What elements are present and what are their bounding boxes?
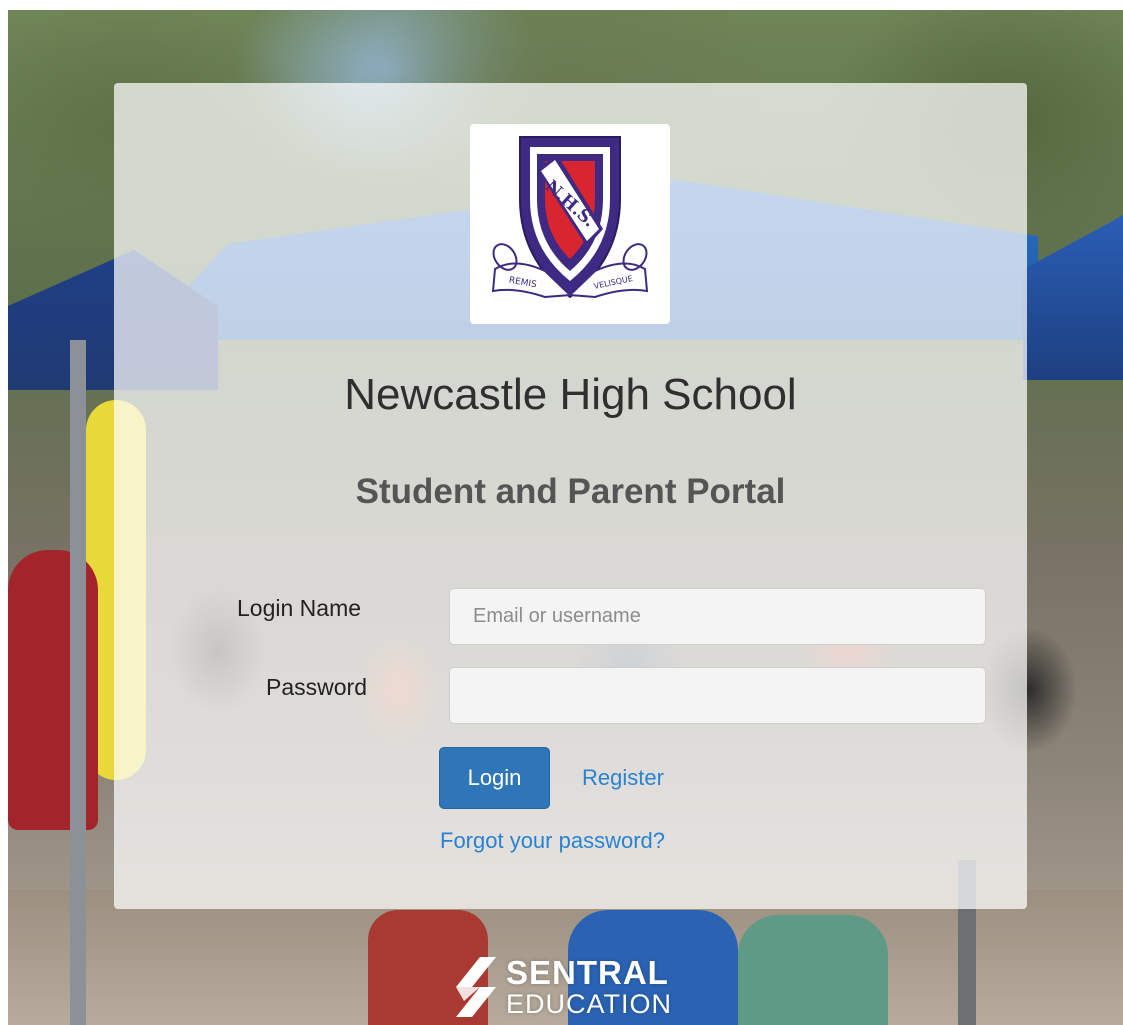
sentral-wordmark: SENTRAL xyxy=(506,954,669,991)
login-page: N.H.S. REMIS VELISQUE Newcastle High Sch… xyxy=(0,0,1123,1025)
login-name-label: Login Name xyxy=(237,595,362,621)
password-input[interactable] xyxy=(449,667,986,724)
background-child-teal xyxy=(738,915,888,1025)
background-tent-right xyxy=(1023,210,1123,380)
background-pole-left xyxy=(70,340,86,1025)
sentral-subtitle: EDUCATION xyxy=(506,989,673,1019)
portal-title: Student and Parent Portal xyxy=(355,472,786,511)
login-name-input[interactable] xyxy=(449,588,986,645)
login-card: N.H.S. REMIS VELISQUE Newcastle High Sch… xyxy=(114,83,1027,909)
school-name: Newcastle High School xyxy=(344,370,797,419)
sentral-mark-icon xyxy=(456,957,496,1017)
register-link[interactable]: Register xyxy=(582,764,664,792)
forgot-password-link[interactable]: Forgot your password? xyxy=(440,827,665,855)
login-button[interactable]: Login xyxy=(439,747,550,809)
password-label: Password xyxy=(266,674,367,700)
school-crest-logo: N.H.S. REMIS VELISQUE xyxy=(470,124,670,324)
crest-icon: N.H.S. REMIS VELISQUE xyxy=(491,136,649,299)
sentral-education-logo: SENTRAL EDUCATION xyxy=(456,953,696,1023)
